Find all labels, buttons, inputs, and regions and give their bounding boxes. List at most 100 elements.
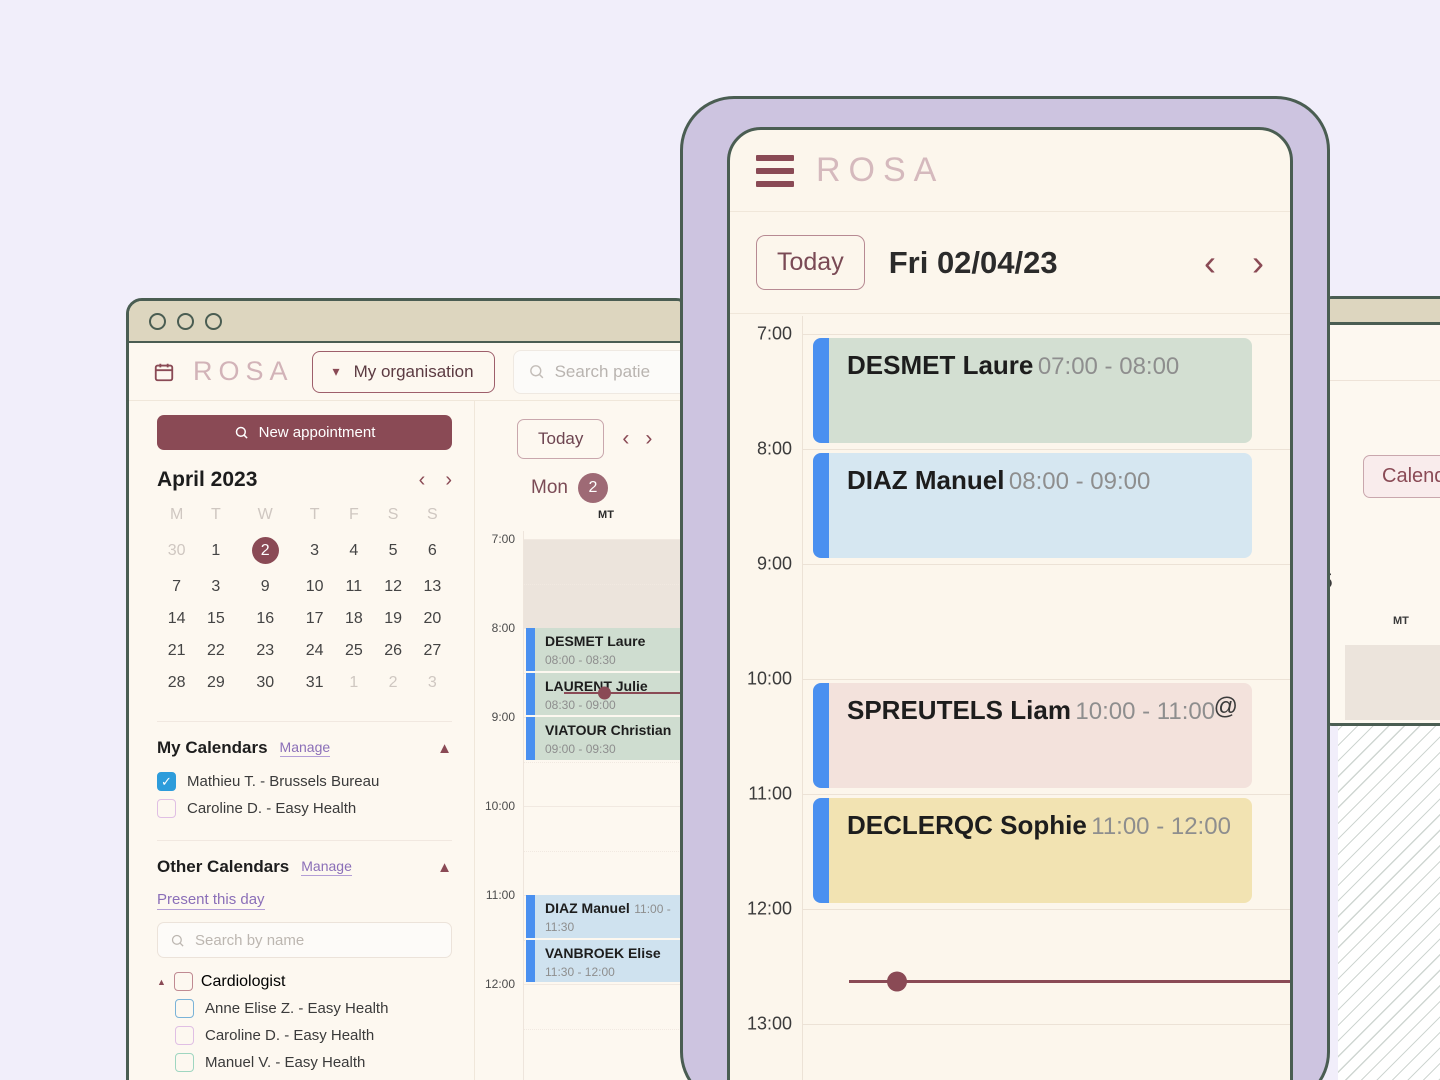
organisation-selector[interactable]: ▾ My organisation xyxy=(311,350,495,393)
agenda-appointment[interactable]: VIATOUR Christian 09:00 - 09:30 xyxy=(526,717,689,760)
calendar-list-item[interactable]: Manuel V. - Easy Health xyxy=(157,1053,452,1072)
other-calendars-manage-link[interactable]: Manage xyxy=(301,858,352,876)
desktop-browser-window[interactable]: ROSA ▾ My organisation Search patie New … xyxy=(126,298,692,1080)
datepicker-day-cell[interactable]: 1 xyxy=(196,530,235,571)
datepicker-day-cell[interactable]: 22 xyxy=(196,635,235,667)
phone-time-label: 13:00 xyxy=(746,1013,792,1034)
app-header: ROSA ▾ My organisation Search patie xyxy=(129,343,689,401)
datepicker-day-cell[interactable]: 5 xyxy=(373,530,412,571)
maximize-dot-icon[interactable] xyxy=(205,312,222,330)
datepicker-day-cell[interactable]: 19 xyxy=(373,603,412,635)
my-calendars-list[interactable]: ✓ Mathieu T. - Brussels Bureau Caroline … xyxy=(157,772,452,818)
datepicker-day-cell[interactable]: 10 xyxy=(295,571,334,603)
datepicker-day-cell[interactable]: 7 xyxy=(157,571,196,603)
phone-appointment[interactable]: SPREUTELS Liam 10:00 - 11:00 @ xyxy=(813,683,1252,788)
calendar-visibility-checkbox[interactable]: ✓ xyxy=(157,772,176,791)
phone-appointment[interactable]: DESMET Laure 07:00 - 08:00 xyxy=(813,338,1252,443)
calendar-name-search-placeholder: Search by name xyxy=(195,931,305,949)
datepicker-day-cell[interactable]: 2 xyxy=(235,530,295,571)
datepicker-day-cell[interactable]: 3 xyxy=(196,571,235,603)
phone-next-day-button[interactable]: › xyxy=(1252,242,1264,284)
calendar-visibility-checkbox[interactable] xyxy=(175,1026,194,1045)
datepicker-grid[interactable]: MTWTFSS 30 1 2 3 4 5 6 7 3 9 10 11 12 13 14 15 16 17 18 19 2… xyxy=(157,502,452,699)
calendar-visibility-checkbox[interactable] xyxy=(157,799,176,818)
appointment-patient-name: SPREUTELS Liam xyxy=(847,695,1071,725)
calendar-visibility-checkbox[interactable] xyxy=(175,999,194,1018)
background-window[interactable]: Calenda 5 MT king xyxy=(1318,296,1440,726)
datepicker-day-cell[interactable]: 27 xyxy=(413,635,452,667)
datepicker-next-month-button[interactable]: › xyxy=(445,469,452,492)
datepicker-day-cell[interactable]: 6 xyxy=(413,530,452,571)
datepicker-day-cell[interactable]: 9 xyxy=(235,571,295,603)
calendar-visibility-checkbox[interactable] xyxy=(175,1053,194,1072)
chevron-up-icon[interactable]: ▲ xyxy=(437,740,452,757)
datepicker-day-cell[interactable]: 31 xyxy=(295,667,334,699)
new-appointment-button[interactable]: New appointment xyxy=(157,415,452,450)
agenda-appointment[interactable]: DIAZ Manuel 11:00 - 11:30 xyxy=(526,895,689,938)
triangle-up-icon[interactable]: ▲ xyxy=(157,977,166,987)
calendar-button[interactable]: Calenda xyxy=(1363,455,1440,498)
datepicker-day-cell[interactable]: 30 xyxy=(235,667,295,699)
calendar-list-item[interactable]: ✓ Mathieu T. - Brussels Bureau xyxy=(157,772,452,791)
agenda-appointment[interactable]: VANBROEK Elise 11:30 - 12:00 xyxy=(526,939,689,982)
agenda-half-hour-line xyxy=(524,583,689,585)
hamburger-menu-icon[interactable] xyxy=(756,154,794,187)
chevron-up-icon[interactable]: ▲ xyxy=(437,859,452,876)
datepicker-day-cell[interactable]: 20 xyxy=(413,603,452,635)
calendar-name-search-input[interactable]: Search by name xyxy=(157,922,452,958)
patient-search-input[interactable]: Search patie xyxy=(512,349,689,394)
datepicker-day-cell[interactable]: 25 xyxy=(334,635,373,667)
phone-time-label: 12:00 xyxy=(746,898,792,919)
datepicker-day-cell[interactable]: 28 xyxy=(157,667,196,699)
datepicker-day-cell[interactable]: 16 xyxy=(235,603,295,635)
datepicker-day-cell[interactable]: 29 xyxy=(196,667,235,699)
datepicker-day-cell[interactable]: 3 xyxy=(413,667,452,699)
present-this-day-link[interactable]: Present this day xyxy=(157,891,265,910)
close-dot-icon[interactable] xyxy=(149,312,166,330)
calendar-list-item[interactable]: Caroline D. - Easy Health xyxy=(157,799,452,818)
phone-today-button[interactable]: Today xyxy=(756,235,865,290)
phone-prev-day-button[interactable]: ‹ xyxy=(1204,242,1216,284)
agenda-next-day-button[interactable]: › xyxy=(645,427,652,451)
datepicker-day-cell[interactable]: 23 xyxy=(235,635,295,667)
calendar-group-cardiologist[interactable]: ▲ Cardiologist xyxy=(157,972,452,991)
datepicker-day-cell[interactable]: 3 xyxy=(295,530,334,571)
datepicker-day-cell[interactable]: 26 xyxy=(373,635,412,667)
datepicker-day-cell[interactable]: 12 xyxy=(373,571,412,603)
phone-appointment[interactable]: DECLERQC Sophie 11:00 - 12:00 xyxy=(813,798,1252,903)
calendar-list-item[interactable]: Caroline D. - Easy Health xyxy=(157,1026,452,1045)
my-calendars-manage-link[interactable]: Manage xyxy=(279,739,331,757)
phone-screen[interactable]: ROSA Today Fri 02/04/23 ‹ › 7:00 8:00 9:00… xyxy=(727,127,1293,1080)
datepicker-day-cell[interactable]: 21 xyxy=(157,635,196,667)
agenda-half-hour-line xyxy=(524,1028,689,1030)
phone-slot-column[interactable]: DESMET Laure 07:00 - 08:00 DIAZ Manuel 0… xyxy=(802,316,1290,1080)
datepicker-day-cell[interactable]: 13 xyxy=(413,571,452,603)
calendar-list-item[interactable]: Anne Elise Z. - Easy Health xyxy=(157,999,452,1018)
datepicker-day-cell[interactable]: 18 xyxy=(334,603,373,635)
agenda-today-button[interactable]: Today xyxy=(517,419,605,459)
datepicker-day-cell[interactable]: 15 xyxy=(196,603,235,635)
phone-appointment[interactable]: DIAZ Manuel 08:00 - 09:00 xyxy=(813,453,1252,558)
datepicker-day-cell[interactable]: 24 xyxy=(295,635,334,667)
minimize-dot-icon[interactable] xyxy=(177,312,194,330)
appointment-online-badge-icon: @ xyxy=(1213,693,1238,720)
datepicker-day-cell[interactable]: 11 xyxy=(334,571,373,603)
datepicker-prev-month-button[interactable]: ‹ xyxy=(419,469,426,492)
other-calendars-member-list[interactable]: Anne Elise Z. - Easy Health Caroline D. … xyxy=(157,999,452,1072)
datepicker-day-cell[interactable]: 4 xyxy=(334,530,373,571)
calendar-group-checkbox[interactable] xyxy=(173,972,193,991)
phone-time-label: 9:00 xyxy=(756,553,792,574)
datepicker-day-cell[interactable]: 1 xyxy=(334,667,373,699)
agenda-prev-day-button[interactable]: ‹ xyxy=(622,427,629,451)
datepicker-day-cell[interactable]: 2 xyxy=(373,667,412,699)
appointment-time-range: 10:00 - 11:00 xyxy=(1075,698,1216,725)
appointment-time-range: 09:00 - 09:30 xyxy=(545,742,616,756)
datepicker-day-rows[interactable]: 30 1 2 3 4 5 6 7 3 9 10 11 12 13 14 15 16 17 18 19 20 21 22 23 2… xyxy=(157,530,452,699)
datepicker-day-cell[interactable]: 17 xyxy=(295,603,334,635)
agenda-appointment[interactable]: DESMET Laure 08:00 - 08:30 xyxy=(526,628,689,671)
datepicker-day-cell[interactable]: 30 xyxy=(157,530,196,571)
agenda-day-number-badge[interactable]: 2 xyxy=(577,473,608,503)
datepicker-week-row: 28 29 30 31 1 2 3 xyxy=(157,667,452,699)
datepicker-day-cell[interactable]: 14 xyxy=(157,603,196,635)
agenda-slot-column[interactable]: DESMET Laure 08:00 - 08:30 LAURENT Julie… xyxy=(523,531,689,1080)
